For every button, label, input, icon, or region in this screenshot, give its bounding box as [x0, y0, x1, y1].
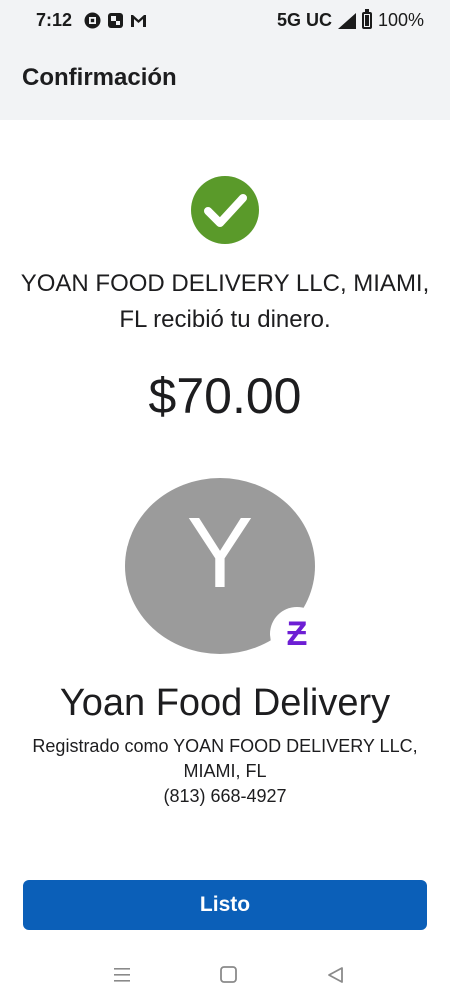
back-icon[interactable] [326, 966, 346, 984]
signal-icon [337, 12, 356, 29]
amount-sent: $70.00 [148, 368, 302, 424]
zelle-badge-icon: Ƶ [270, 607, 324, 661]
chase-icon [84, 12, 101, 29]
status-bar: 7:12 5G UC 100% [0, 0, 450, 40]
gmail-icon [131, 15, 146, 27]
page-title: Confirmación [22, 64, 177, 91]
confirmation-message: YOAN FOOD DELIVERY LLC, MIAMI, FL recibi… [20, 270, 430, 333]
recipient-name: Yoan Food Delivery [59, 682, 391, 724]
app-header: Confirmación [0, 40, 450, 120]
done-button[interactable]: Listo [23, 880, 427, 930]
zelle-logo: Ƶ [286, 614, 308, 653]
recent-apps-icon[interactable] [112, 966, 132, 984]
recipient-phone: (813) 668-4927 [163, 786, 287, 806]
status-time: 7:12 [36, 10, 73, 30]
status-right: 5G UC 100% [276, 9, 424, 31]
registered-as-text: Registrado como YOAN FOOD DELIVERY LLC, … [32, 736, 418, 781]
network-indicator: 5G UC [276, 10, 332, 30]
system-nav-bar [0, 950, 450, 1007]
battery-icon [361, 9, 372, 29]
app-icon [108, 13, 123, 28]
avatar-initial: Y [186, 497, 254, 609]
success-check-icon [191, 176, 259, 244]
home-icon[interactable] [219, 966, 239, 984]
battery-level: 100% [377, 10, 424, 30]
